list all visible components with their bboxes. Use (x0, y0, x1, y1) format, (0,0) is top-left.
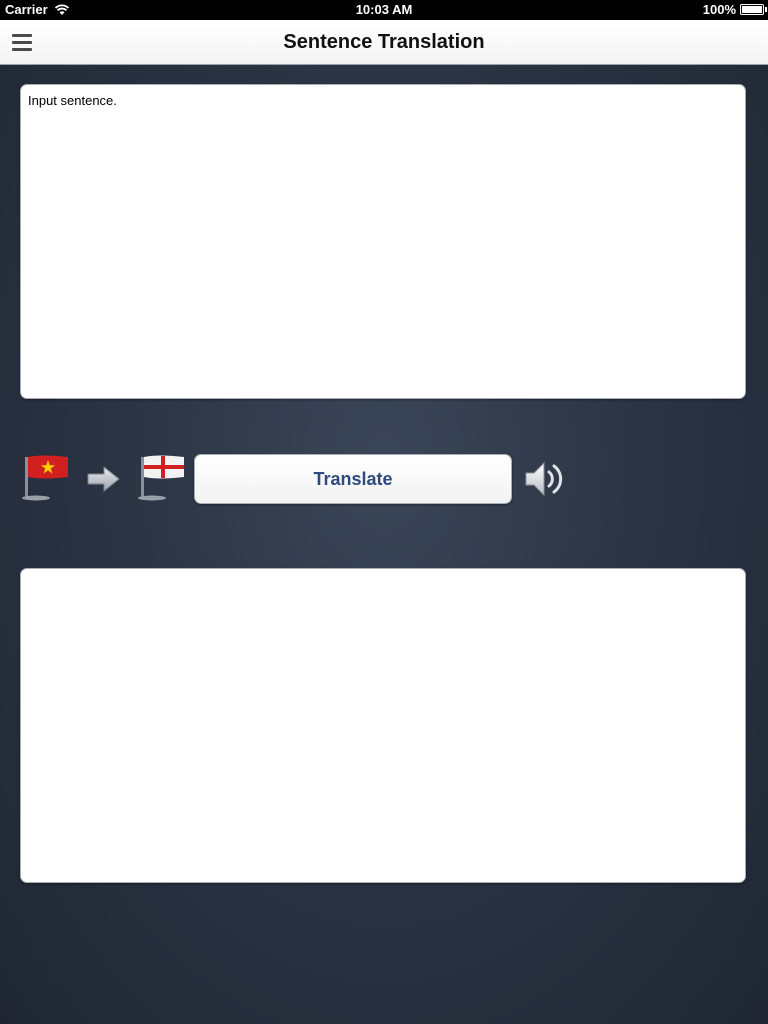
england-flag-icon[interactable] (136, 452, 186, 502)
speaker-icon[interactable] (522, 458, 566, 500)
vietnam-flag-icon[interactable] (20, 452, 70, 502)
translate-button[interactable]: Translate (194, 454, 512, 504)
nav-bar: Sentence Translation (0, 20, 768, 65)
battery-info: 100% (702, 2, 767, 17)
battery-icon (740, 4, 767, 15)
output-panel (20, 568, 746, 883)
clock: 10:03 AM (355, 2, 413, 17)
battery-percent: 100% (702, 2, 736, 17)
translation-output-field[interactable] (21, 569, 745, 882)
arrow-right-icon[interactable] (86, 464, 122, 494)
status-bar: Carrier 10:03 AM 100% (0, 0, 768, 20)
input-sentence-field[interactable] (21, 85, 745, 398)
input-panel (20, 84, 746, 399)
page-title: Sentence Translation (283, 31, 485, 53)
